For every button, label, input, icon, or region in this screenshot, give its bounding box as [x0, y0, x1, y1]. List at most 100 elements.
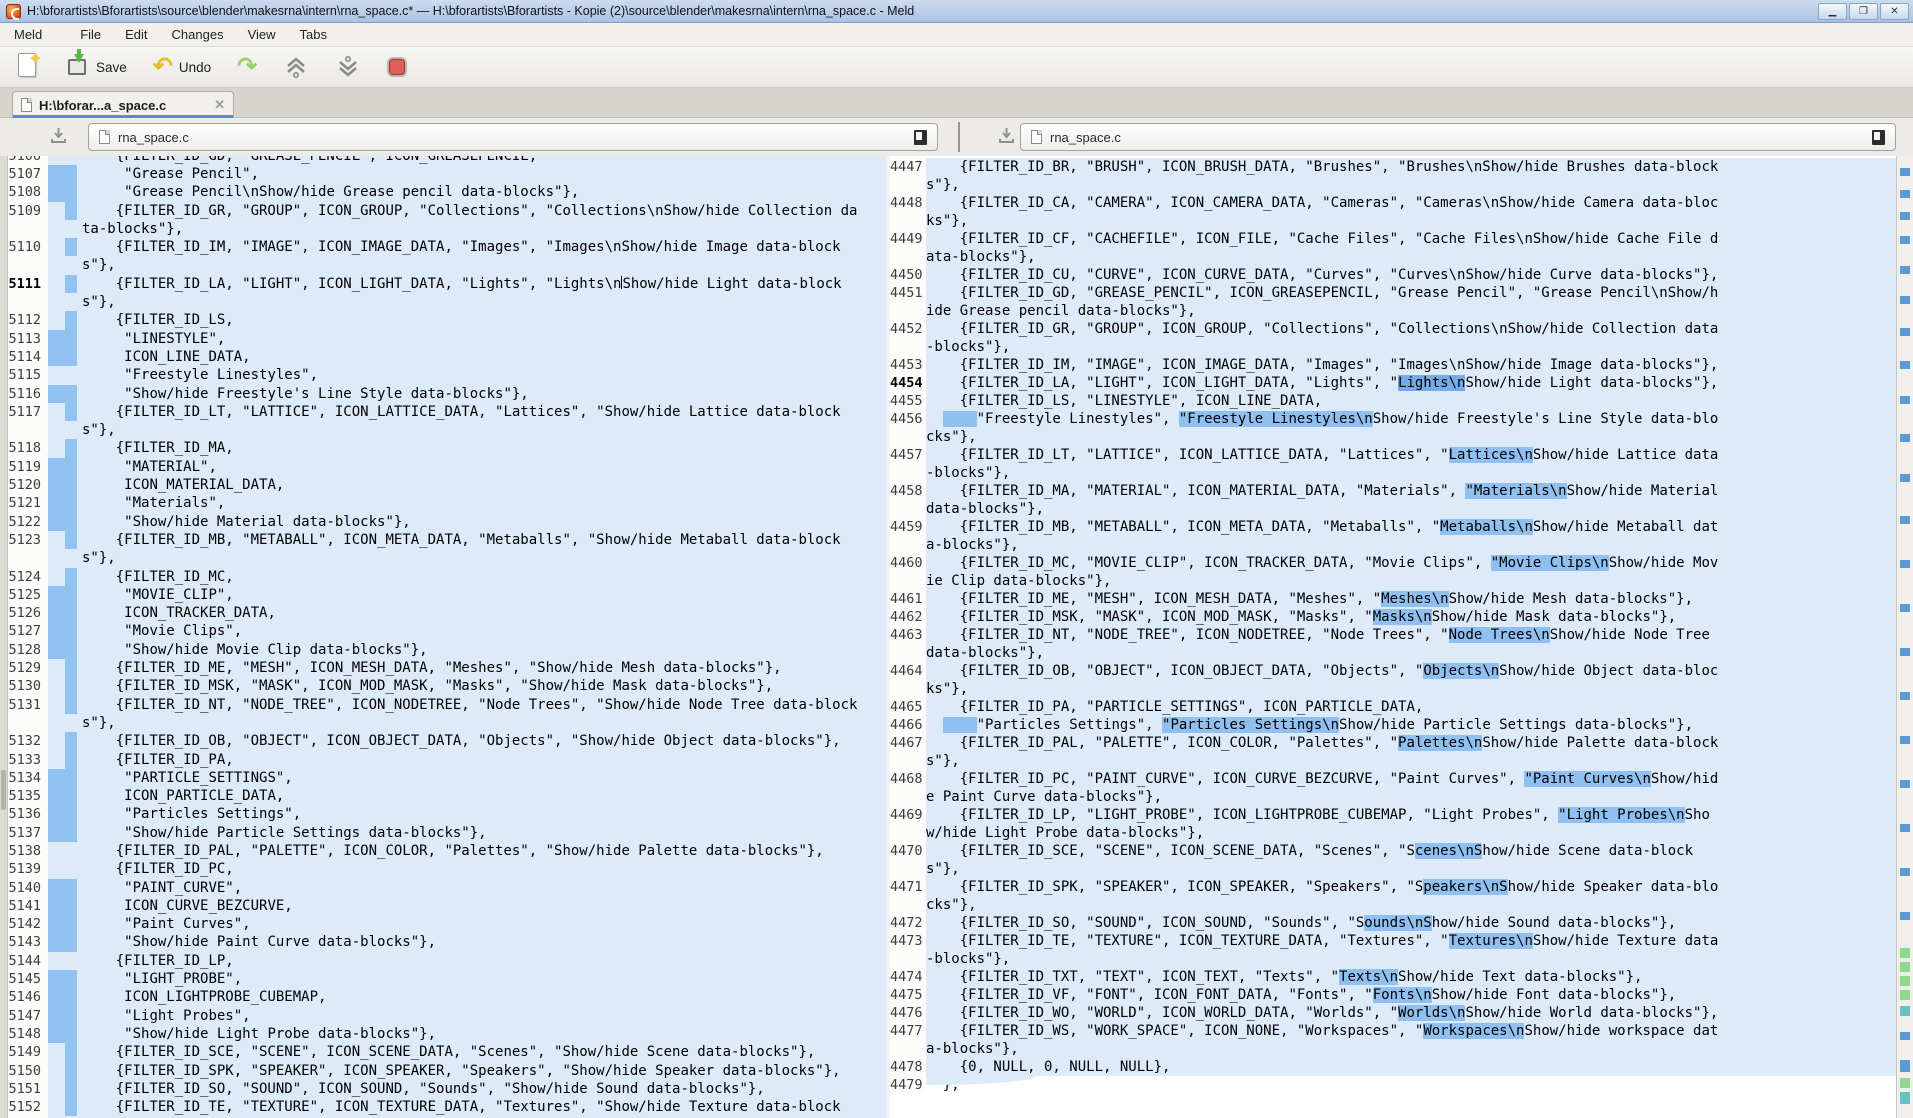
code-row[interactable]: 4471 {FILTER_ID_SPK, "SPEAKER", ICON_SPE… — [890, 878, 1896, 914]
code-row[interactable]: 4455 {FILTER_ID_LS, "LINESTYLE", ICON_LI… — [890, 392, 1896, 410]
right-save-icon[interactable] — [998, 127, 1015, 144]
code-row[interactable]: 5121 "Materials", — [8, 494, 886, 512]
code-row[interactable]: 4453 {FILTER_ID_IM, "IMAGE", ICON_IMAGE_… — [890, 356, 1896, 374]
menu-item-file[interactable]: File — [68, 24, 113, 45]
code-row[interactable]: 5127 "Movie Clips", — [8, 622, 886, 640]
code-row[interactable]: 5123 {FILTER_ID_MB, "METABALL", ICON_MET… — [8, 531, 886, 568]
code-row[interactable]: 4449 {FILTER_ID_CF, "CACHEFILE", ICON_FI… — [890, 230, 1896, 266]
vertical-scrollbar[interactable] — [1896, 156, 1913, 1118]
code-row[interactable]: 5132 {FILTER_ID_OB, "OBJECT", ICON_OBJEC… — [8, 732, 886, 750]
code-row[interactable]: 5146 ICON_LIGHTPROBE_CUBEMAP, — [8, 988, 886, 1006]
code-row[interactable]: 5115 "Freestyle Linestyles", — [8, 366, 886, 384]
new-comparison-button[interactable]: ✦ — [10, 49, 46, 85]
code-row[interactable]: 4476 {FILTER_ID_WO, "WORLD", ICON_WORLD_… — [890, 1004, 1896, 1022]
code-row[interactable]: 5108 "Grease Pencil\nShow/hide Grease pe… — [8, 183, 886, 201]
code-row[interactable]: 4477 {FILTER_ID_WS, "WORK_SPACE", ICON_N… — [890, 1022, 1896, 1058]
overview-handle[interactable] — [1, 770, 6, 810]
code-row[interactable]: 4459 {FILTER_ID_MB, "METABALL", ICON_MET… — [890, 518, 1896, 554]
code-row[interactable]: 5109 {FILTER_ID_GR, "GROUP", ICON_GROUP,… — [8, 202, 886, 239]
code-row[interactable]: 5124 {FILTER_ID_MC, — [8, 568, 886, 586]
code-row[interactable]: 4461 {FILTER_ID_ME, "MESH", ICON_MESH_DA… — [890, 590, 1896, 608]
code-row[interactable]: 5134 "PARTICLE_SETTINGS", — [8, 769, 886, 787]
code-row[interactable]: 5140 "PAINT_CURVE", — [8, 879, 886, 897]
code-row[interactable]: 5128 "Show/hide Movie Clip data-blocks"}… — [8, 641, 886, 659]
code-row[interactable]: 5139 {FILTER_ID_PC, — [8, 860, 886, 878]
code-row[interactable]: 4454 {FILTER_ID_LA, "LIGHT", ICON_LIGHT_… — [890, 374, 1896, 392]
code-row[interactable]: 4448 {FILTER_ID_CA, "CAMERA", ICON_CAMER… — [890, 194, 1896, 230]
code-row[interactable]: 5117 {FILTER_ID_LT, "LATTICE", ICON_LATT… — [8, 403, 886, 440]
save-button[interactable]: Save — [60, 51, 133, 83]
code-row[interactable]: 4468 {FILTER_ID_PC, "PAINT_CURVE", ICON_… — [890, 770, 1896, 806]
code-row[interactable]: 5152 {FILTER_ID_TE, "TEXTURE", ICON_TEXT… — [8, 1098, 886, 1118]
pane-splitter[interactable] — [958, 122, 960, 152]
tab-close-icon[interactable]: ✕ — [214, 97, 225, 113]
code-row[interactable]: 5150 {FILTER_ID_SPK, "SPEAKER", ICON_SPE… — [8, 1062, 886, 1080]
code-row[interactable]: 4479 }; — [890, 1076, 1896, 1094]
menu-item-changes[interactable]: Changes — [160, 24, 236, 45]
code-row[interactable]: 5120 ICON_MATERIAL_DATA, — [8, 476, 886, 494]
code-row[interactable]: 4452 {FILTER_ID_GR, "GROUP", ICON_GROUP,… — [890, 320, 1896, 356]
code-row[interactable]: 5147 "Light Probes", — [8, 1007, 886, 1025]
menu-item-meld[interactable]: Meld — [2, 24, 54, 45]
code-row[interactable]: 4460 {FILTER_ID_MC, "MOVIE_CLIP", ICON_T… — [890, 554, 1896, 590]
menu-item-edit[interactable]: Edit — [113, 24, 159, 45]
code-row[interactable]: 4456 "Freestyle Linestyles", "Freestyle … — [890, 410, 1896, 446]
code-row[interactable]: 4447 {FILTER_ID_BR, "BRUSH", ICON_BRUSH_… — [890, 158, 1896, 194]
code-row[interactable]: 5129 {FILTER_ID_ME, "MESH", ICON_MESH_DA… — [8, 659, 886, 677]
code-row[interactable]: 4462 {FILTER_ID_MSK, "MASK", ICON_MOD_MA… — [890, 608, 1896, 626]
minimize-button[interactable]: ▁ — [1818, 3, 1847, 20]
code-row[interactable]: 5151 {FILTER_ID_SO, "SOUND", ICON_SOUND,… — [8, 1080, 886, 1098]
menu-item-tabs[interactable]: Tabs — [288, 24, 339, 45]
code-row[interactable]: 4472 {FILTER_ID_SO, "SOUND", ICON_SOUND,… — [890, 914, 1896, 932]
right-code-pane[interactable]: 4447 {FILTER_ID_BR, "BRUSH", ICON_BRUSH_… — [890, 156, 1896, 1118]
close-button[interactable]: ✕ — [1880, 3, 1909, 20]
code-row[interactable]: 5141 ICON_CURVE_BEZCURVE, — [8, 897, 886, 915]
code-row[interactable]: 4463 {FILTER_ID_NT, "NODE_TREE", ICON_NO… — [890, 626, 1896, 662]
code-row[interactable]: 5119 "MATERIAL", — [8, 458, 886, 476]
code-row[interactable]: 5137 "Show/hide Particle Settings data-b… — [8, 824, 886, 842]
code-row[interactable]: 5126 ICON_TRACKER_DATA, — [8, 604, 886, 622]
code-row[interactable]: 4474 {FILTER_ID_TXT, "TEXT", ICON_TEXT, … — [890, 968, 1896, 986]
code-row[interactable]: 5107 "Grease Pencil", — [8, 165, 886, 183]
code-row[interactable]: 4469 {FILTER_ID_LP, "LIGHT_PROBE", ICON_… — [890, 806, 1896, 842]
code-row[interactable]: 5110 {FILTER_ID_IM, "IMAGE", ICON_IMAGE_… — [8, 238, 886, 275]
code-row[interactable]: 4450 {FILTER_ID_CU, "CURVE", ICON_CURVE_… — [890, 266, 1896, 284]
stop-button[interactable] — [381, 53, 413, 81]
menu-item-view[interactable]: View — [236, 24, 288, 45]
code-row[interactable]: 5125 "MOVIE_CLIP", — [8, 586, 886, 604]
comparison-tab[interactable]: H:\bforar...a_space.c ✕ — [12, 91, 234, 118]
code-row[interactable]: 4466 "Particles Settings", "Particles Se… — [890, 716, 1896, 734]
code-row[interactable]: 5143 "Show/hide Paint Curve data-blocks"… — [8, 933, 886, 951]
code-row[interactable]: 4464 {FILTER_ID_OB, "OBJECT", ICON_OBJEC… — [890, 662, 1896, 698]
code-row[interactable]: 4470 {FILTER_ID_SCE, "SCENE", ICON_SCENE… — [890, 842, 1896, 878]
code-row[interactable]: 5131 {FILTER_ID_NT, "NODE_TREE", ICON_NO… — [8, 696, 886, 733]
code-row[interactable]: 5133 {FILTER_ID_PA, — [8, 751, 886, 769]
code-row[interactable]: 5142 "Paint Curves", — [8, 915, 886, 933]
code-row[interactable]: 4467 {FILTER_ID_PAL, "PALETTE", ICON_COL… — [890, 734, 1896, 770]
code-row[interactable]: 5148 "Show/hide Light Probe data-blocks"… — [8, 1025, 886, 1043]
code-row[interactable]: 5138 {FILTER_ID_PAL, "PALETTE", ICON_COL… — [8, 842, 886, 860]
code-row[interactable]: 4465 {FILTER_ID_PA, "PARTICLE_SETTINGS",… — [890, 698, 1896, 716]
code-row[interactable]: 5113 "LINESTYLE", — [8, 330, 886, 348]
redo-button[interactable]: ↷ — [231, 53, 263, 81]
code-row[interactable]: 4475 {FILTER_ID_VF, "FONT", ICON_FONT_DA… — [890, 986, 1896, 1004]
code-row[interactable]: 5135 ICON_PARTICLE_DATA, — [8, 787, 886, 805]
code-row[interactable]: 5145 "LIGHT_PROBE", — [8, 970, 886, 988]
code-row[interactable]: 5112 {FILTER_ID_LS, — [8, 311, 886, 329]
code-row[interactable]: 5136 "Particles Settings", — [8, 805, 886, 823]
code-row[interactable]: 5116 "Show/hide Freestyle's Line Style d… — [8, 385, 886, 403]
code-row[interactable]: 5106 {FILTER_ID_GD, "GREASE_PENCIL", ICO… — [8, 156, 886, 165]
code-row[interactable]: 5122 "Show/hide Material data-blocks"}, — [8, 513, 886, 531]
code-row[interactable]: 5118 {FILTER_ID_MA, — [8, 439, 886, 457]
left-code-pane[interactable]: 5106 {FILTER_ID_GD, "GREASE_PENCIL", ICO… — [8, 156, 886, 1118]
maximize-button[interactable]: ❐ — [1849, 3, 1878, 20]
next-change-button[interactable] — [329, 50, 367, 84]
code-row[interactable]: 4478 {0, NULL, 0, NULL, NULL}, — [890, 1058, 1896, 1076]
code-row[interactable]: 4451 {FILTER_ID_GD, "GREASE_PENCIL", ICO… — [890, 284, 1896, 320]
code-row[interactable]: 4473 {FILTER_ID_TE, "TEXTURE", ICON_TEXT… — [890, 932, 1896, 968]
code-row[interactable]: 5130 {FILTER_ID_MSK, "MASK", ICON_MOD_MA… — [8, 677, 886, 695]
previous-change-button[interactable] — [277, 50, 315, 84]
code-row[interactable]: 5114 ICON_LINE_DATA, — [8, 348, 886, 366]
right-file-button[interactable]: rna_space.c — [1020, 123, 1896, 151]
left-overview-bar[interactable] — [0, 156, 8, 1118]
